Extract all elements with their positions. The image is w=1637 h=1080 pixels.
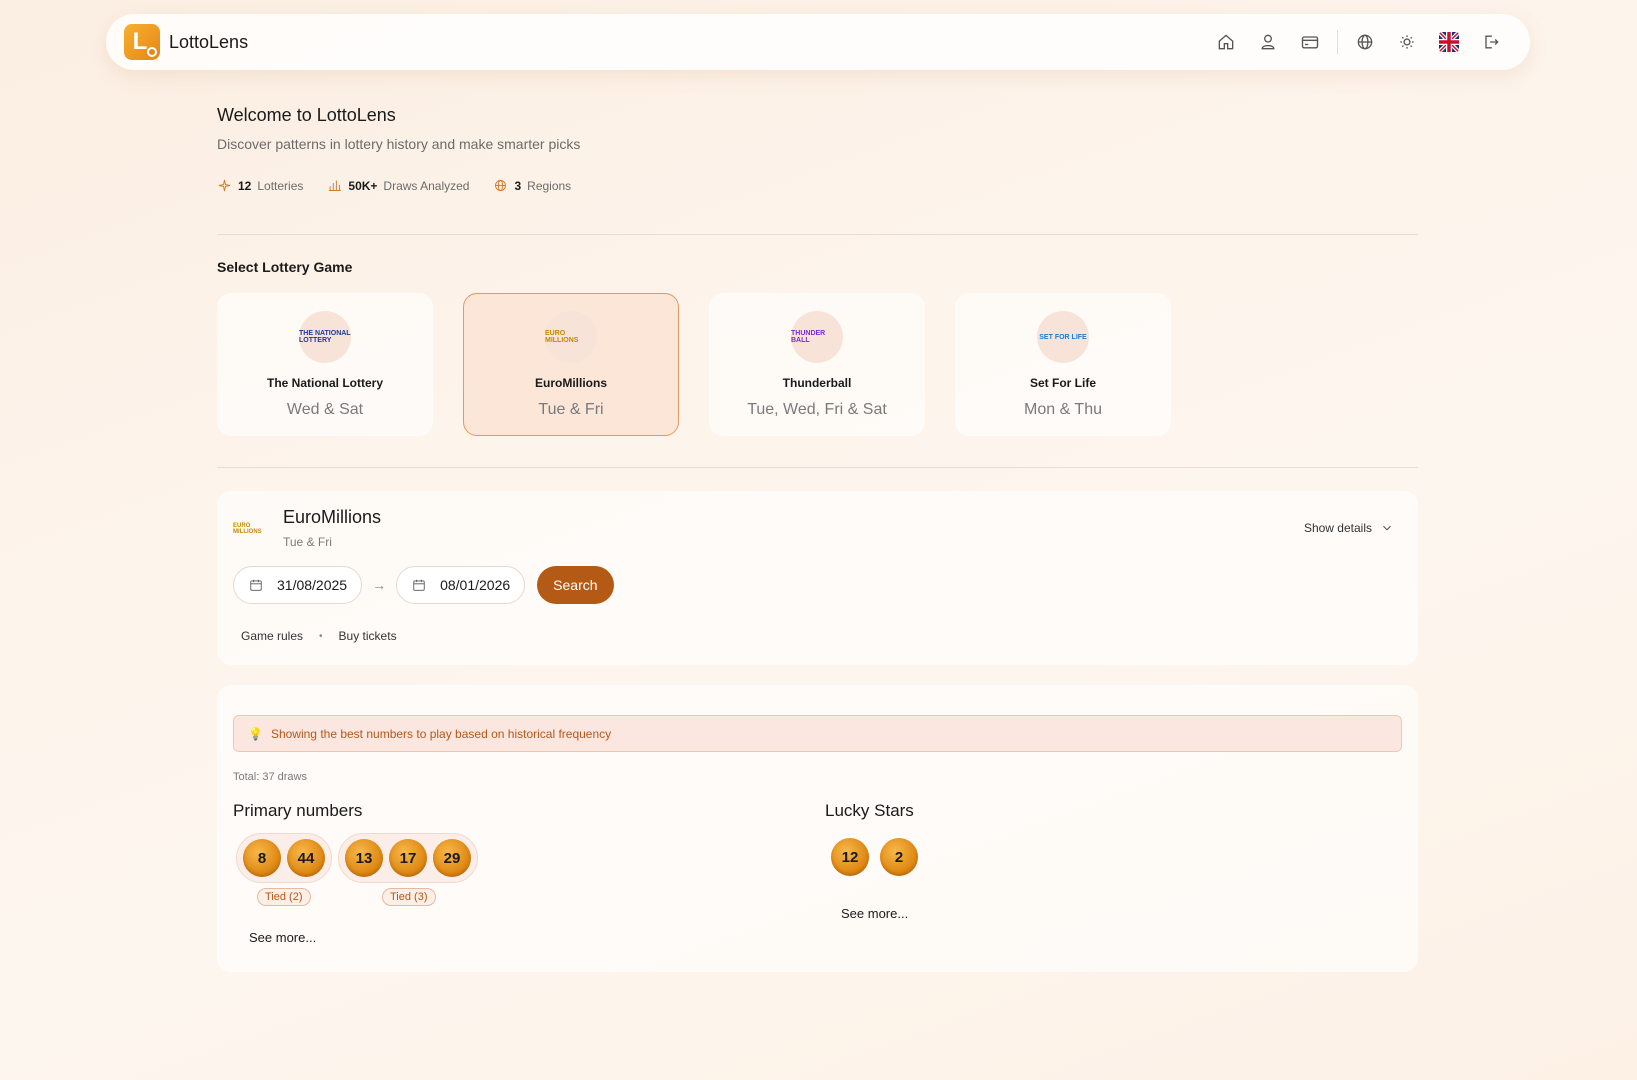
date-to-value: 08/01/2026	[440, 577, 511, 593]
chevron-down-icon	[1383, 525, 1391, 531]
stat-value: 12	[238, 178, 252, 193]
calendar-icon	[250, 579, 262, 591]
search-button[interactable]: Search	[537, 566, 614, 604]
show-details-label: Show details	[1303, 521, 1372, 535]
lucky-stars-title: Lucky Stars	[825, 801, 914, 820]
divider	[217, 467, 1418, 468]
number-ball: 13	[345, 839, 383, 877]
game-card-euromillions[interactable]: EURO MILLIONS EuroMillions Tue & Fri	[463, 293, 679, 436]
stat-label: Draws Analyzed	[383, 178, 470, 193]
game-days: Mon & Thu	[1024, 401, 1102, 418]
calendar-icon	[413, 579, 425, 591]
euromillions-logo: EURO MILLIONS	[233, 523, 262, 535]
primary-see-more[interactable]: See more...	[249, 930, 316, 945]
stat-label: Regions	[527, 178, 572, 193]
star-ball: 2	[880, 838, 918, 876]
game-card-national-lottery[interactable]: THE NATIONAL LOTTERY The National Lotter…	[217, 293, 433, 436]
stat-lotteries: 12 Lotteries	[217, 178, 303, 193]
welcome-title: Welcome to LottoLens	[217, 105, 396, 125]
game-days: Tue & Fri	[538, 401, 604, 418]
globe-icon	[495, 180, 507, 191]
selected-game-panel: EURO MILLIONS EuroMillions Tue & Fri Sho…	[217, 491, 1418, 665]
arrow-right-icon: →	[372, 577, 387, 593]
stat-label: Lotteries	[257, 178, 304, 193]
sun-icon[interactable]	[1386, 24, 1428, 60]
bullet-separator: •	[319, 630, 323, 642]
euromillions-logo: EURO MILLIONS	[545, 311, 597, 363]
stat-regions: 3 Regions	[493, 178, 571, 193]
welcome-subtitle: Discover patterns in lottery history and…	[217, 136, 581, 152]
globe-icon[interactable]	[1344, 24, 1386, 60]
total-draws: Total: 37 draws	[233, 771, 307, 783]
game-name: Thunderball	[782, 376, 852, 390]
buy-tickets-link[interactable]: Buy tickets	[339, 629, 397, 643]
game-days: Wed & Sat	[286, 401, 364, 418]
divider	[217, 234, 1418, 235]
game-days: Tue, Wed, Fri & Sat	[747, 401, 887, 418]
number-ball: 8	[243, 839, 281, 877]
uk-flag-icon[interactable]	[1428, 24, 1470, 60]
notice-banner: 💡 Showing the best numbers to play based…	[233, 715, 1402, 752]
game-card-set-for-life[interactable]: SET FOR LIFE Set For Life Mon & Thu	[955, 293, 1171, 436]
star-ball: 12	[831, 838, 869, 876]
bar-chart-icon	[329, 180, 342, 191]
lightbulb-icon: 💡	[248, 726, 263, 741]
stats-row: 12 Lotteries 50K+ Draws Analyzed 3 Regio…	[217, 178, 571, 193]
select-game-label: Select Lottery Game	[217, 259, 353, 275]
game-rules-link[interactable]: Game rules	[241, 629, 303, 643]
logo-letter: L	[132, 28, 148, 55]
tie-badge: Tied (3)	[382, 888, 436, 906]
sparkle-icon	[218, 179, 231, 192]
card-icon[interactable]	[1289, 24, 1331, 60]
game-card-thunderball[interactable]: THUNDER BALL Thunderball Tue, Wed, Fri &…	[709, 293, 925, 436]
user-icon[interactable]	[1247, 24, 1289, 60]
stars-see-more[interactable]: See more...	[841, 906, 908, 921]
game-cards: THE NATIONAL LOTTERY The National Lotter…	[217, 293, 1171, 436]
brand-name[interactable]: LottoLens	[169, 32, 248, 53]
primary-tie-group: 13 17 29	[338, 833, 478, 883]
number-ball: 17	[389, 839, 427, 877]
logout-icon[interactable]	[1470, 24, 1512, 60]
stat-draws: 50K+ Draws Analyzed	[327, 178, 469, 193]
primary-tie-group: 8 44	[236, 833, 332, 883]
show-details-button[interactable]: Show details	[1304, 521, 1394, 535]
number-ball: 44	[287, 839, 325, 877]
game-links: Game rules • Buy tickets	[241, 629, 397, 643]
tie-badge: Tied (2)	[257, 888, 311, 906]
date-from-value: 31/08/2025	[277, 577, 348, 593]
app-logo[interactable]: L	[124, 24, 160, 60]
stat-value: 3	[514, 178, 522, 193]
set-for-life-logo: SET FOR LIFE	[1037, 311, 1089, 363]
date-from-input[interactable]: 31/08/2025	[233, 566, 363, 604]
results-panel: 💡 Showing the best numbers to play based…	[217, 685, 1418, 972]
game-name: EuroMillions	[535, 376, 607, 390]
selected-game-name: EuroMillions	[283, 507, 382, 527]
number-ball: 29	[433, 839, 471, 877]
nav-icons	[1205, 24, 1512, 60]
nav-separator	[1337, 30, 1338, 54]
lucky-stars-balls: 12 2	[831, 838, 918, 876]
selected-game-days: Tue & Fri	[283, 535, 332, 549]
logo-dot	[147, 47, 157, 57]
game-name: The National Lottery	[266, 376, 383, 390]
game-name: Set For Life	[1029, 376, 1096, 390]
date-range-row: 31/08/2025 → 08/01/2026 Search	[233, 566, 614, 604]
primary-numbers-title: Primary numbers	[233, 801, 363, 820]
top-bar: L LottoLens	[106, 14, 1530, 70]
home-icon[interactable]	[1205, 24, 1247, 60]
date-to-input[interactable]: 08/01/2026	[396, 566, 526, 604]
stat-value: 50K+	[348, 178, 378, 193]
notice-text: Showing the best numbers to play based o…	[270, 726, 612, 741]
national-lottery-logo: THE NATIONAL LOTTERY	[299, 311, 351, 363]
thunderball-logo: THUNDER BALL	[791, 311, 843, 363]
